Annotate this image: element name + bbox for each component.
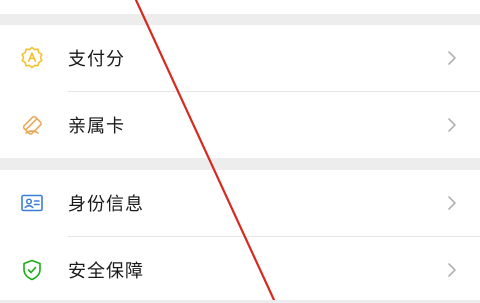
menu-item-label: 身份信息 xyxy=(68,194,144,215)
menu-item-label: 亲属卡 xyxy=(68,116,125,137)
payment-score-icon xyxy=(20,46,44,70)
chevron-right-icon xyxy=(446,116,458,134)
menu-item-label: 安全保障 xyxy=(68,261,144,282)
family-card-icon xyxy=(20,113,44,137)
menu-item-payment-score[interactable]: 支付分 xyxy=(0,25,480,91)
menu-group-2: 身份信息 安全保障 xyxy=(0,170,480,300)
shield-icon xyxy=(20,258,44,282)
id-card-icon xyxy=(20,191,44,215)
chevron-right-icon xyxy=(446,194,458,212)
menu-item-label: 支付分 xyxy=(68,49,125,70)
menu-item-security[interactable]: 安全保障 xyxy=(0,237,480,303)
menu-item-family-card[interactable]: 亲属卡 xyxy=(0,92,480,158)
menu-group-1: 支付分 亲属卡 xyxy=(0,25,480,158)
chevron-right-icon xyxy=(446,49,458,67)
menu-item-identity-info[interactable]: 身份信息 xyxy=(0,170,480,236)
chevron-right-icon xyxy=(446,261,458,279)
previous-card-edge xyxy=(0,0,480,14)
